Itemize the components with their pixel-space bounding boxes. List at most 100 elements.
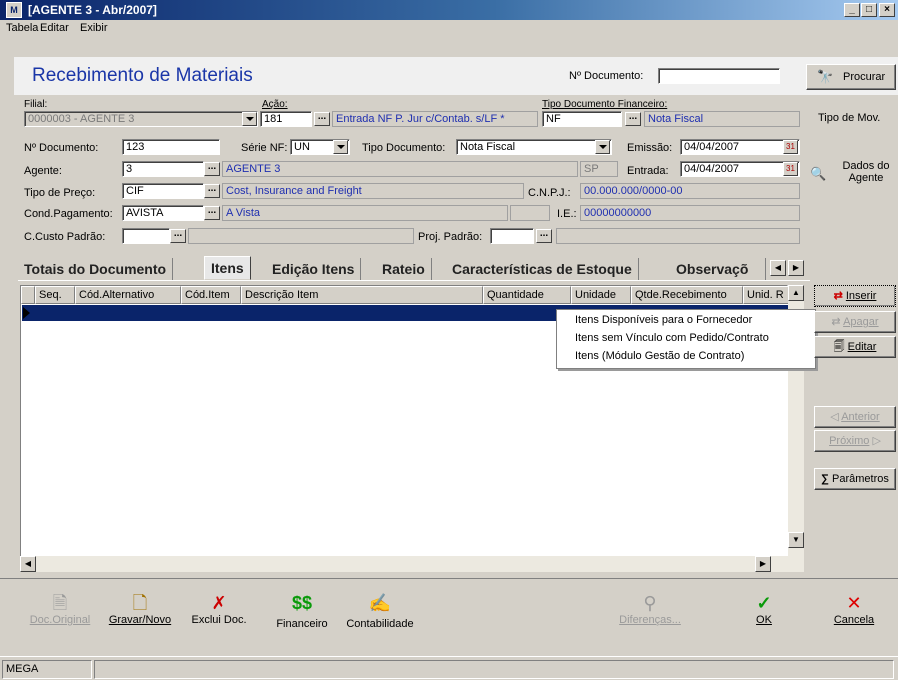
ccusto-lookup-button[interactable]: ... — [170, 229, 186, 243]
menu-editar[interactable]: Editar — [40, 22, 69, 34]
inserir-button[interactable]: ⇄ Inserir — [814, 285, 896, 307]
entrada-date-field[interactable]: 04/04/2007 — [680, 161, 800, 177]
parametros-button[interactable]: ∑ Parâmetros — [814, 468, 896, 490]
cond-pag-lookup-button[interactable]: ... — [204, 206, 220, 220]
ie-value: 00000000000 — [580, 205, 800, 221]
status-company: MEGA — [2, 660, 92, 679]
search-button[interactable]: 🔭 Procurar — [806, 64, 896, 90]
insert-row-icon: ⇄ — [833, 290, 843, 302]
search-button-label: Procurar — [843, 71, 886, 83]
tipo-doc-fin-lookup-button[interactable]: ... — [625, 112, 641, 126]
cnpj-value: 00.000.000/0000-00 — [580, 183, 800, 199]
tab-caracteristicas[interactable]: Características de Estoque — [446, 258, 639, 280]
gravar-novo-button[interactable]: 🗋 Gravar/Novo — [102, 592, 178, 626]
tab-rateio[interactable]: Rateio — [376, 258, 432, 280]
tipo-mov-label: Tipo de Mov. — [818, 112, 881, 124]
ok-button[interactable]: ✓ OK — [744, 592, 784, 626]
editar-button[interactable]: 🗐 Editar — [814, 336, 896, 358]
agente-code-field[interactable]: 3 — [122, 161, 204, 177]
arrow-left-icon: ◁ — [830, 411, 839, 423]
inserir-label: Inserir — [845, 290, 877, 302]
contabilidade-label: Contabilidade — [346, 618, 414, 630]
delete-row-icon: ⇄ — [831, 316, 841, 328]
tipo-preco-lookup-button[interactable]: ... — [204, 184, 220, 198]
col-unidade[interactable]: Unidade — [571, 286, 631, 304]
scroll-right-icon[interactable]: ▶ — [755, 556, 771, 572]
menu-item-itens-disponiveis[interactable]: Itens Disponíveis para o Fornecedor — [575, 314, 752, 326]
accounting-icon: ✍ — [368, 593, 392, 613]
tab-edicao-itens[interactable]: Edição Itens — [266, 258, 362, 280]
agente-lookup-button[interactable]: ... — [204, 162, 220, 176]
contabilidade-button[interactable]: ✍ Contabilidade — [340, 592, 420, 630]
agente-uf: SP — [580, 161, 618, 177]
window-title: [AGENTE 3 - Abr/2007] — [28, 3, 157, 17]
proximo-button[interactable]: Próximo ▷ — [814, 430, 896, 452]
col-qtde-recebimento[interactable]: Qtde.Recebimento — [631, 286, 743, 304]
emissao-date-field[interactable]: 04/04/2007 — [680, 139, 800, 155]
menu-bar: Tabela Editar Exibir — [0, 20, 898, 38]
diferencas-button[interactable]: ⚲ Diferenças... — [610, 592, 690, 626]
filial-field[interactable]: 0000003 - AGENTE 3 — [24, 111, 258, 127]
tab-scroll-left-icon[interactable]: ◀ — [770, 260, 786, 276]
proj-lookup-button[interactable]: ... — [536, 229, 552, 243]
grid-horizontal-scrollbar[interactable]: ◀ ▶ — [20, 556, 788, 572]
col-unid-r[interactable]: Unid. R — [743, 286, 789, 304]
col-cod-item[interactable]: Cód.Item — [181, 286, 241, 304]
tipo-doc-fin-description: Nota Fiscal — [644, 111, 800, 127]
menu-tabela[interactable]: Tabela — [6, 22, 38, 34]
minimize-button[interactable]: _ — [844, 3, 860, 17]
acao-code-field[interactable]: 181 — [260, 111, 312, 127]
menu-item-itens-gestao-contrato[interactable]: Itens (Módulo Gestão de Contrato) — [575, 350, 744, 362]
ccusto-field[interactable] — [122, 228, 170, 244]
col-descricao[interactable]: Descrição Item — [241, 286, 483, 304]
emissao-calendar-icon[interactable]: 31 — [783, 140, 798, 154]
acao-lookup-button[interactable]: ... — [314, 112, 330, 126]
menu-item-itens-sem-vinculo[interactable]: Itens sem Vínculo com Pedido/Contrato — [575, 332, 769, 344]
filial-dropdown-icon[interactable] — [242, 112, 257, 126]
tipo-doc-label: Tipo Documento: — [362, 142, 446, 154]
cond-pag-field[interactable]: AVISTA — [122, 205, 204, 221]
scroll-up-icon[interactable]: ▲ — [788, 285, 804, 301]
col-quantidade[interactable]: Quantidade — [483, 286, 571, 304]
anterior-label: Anterior — [841, 411, 880, 423]
scroll-down-icon[interactable]: ▼ — [788, 532, 804, 548]
proximo-label: Próximo — [829, 435, 870, 447]
tab-totais[interactable]: Totais do Documento — [18, 258, 174, 280]
gravar-novo-label: Gravar/Novo — [108, 614, 172, 626]
agente-name: AGENTE 3 — [222, 161, 578, 177]
doc-original-button[interactable]: 🗎 Doc.Original — [20, 592, 100, 626]
tipo-doc-dropdown-icon[interactable] — [595, 140, 610, 154]
maximize-button[interactable]: □ — [861, 3, 877, 17]
tipo-doc-fin-code[interactable]: NF — [542, 111, 622, 127]
scroll-left-icon[interactable]: ◀ — [20, 556, 36, 572]
menu-exibir[interactable]: Exibir — [80, 22, 108, 34]
col-cod-alternativo[interactable]: Cód.Alternativo — [75, 286, 181, 304]
proj-label: Proj. Padrão: — [418, 231, 483, 243]
current-row-pointer-icon — [23, 307, 30, 319]
tab-itens[interactable]: Itens — [204, 256, 251, 280]
tab-scroll-right-icon[interactable]: ▶ — [788, 260, 804, 276]
anterior-button[interactable]: ◁ Anterior — [814, 406, 896, 428]
tab-observacoes[interactable]: Observaçõ — [670, 258, 766, 280]
tipo-preco-field[interactable]: CIF — [122, 183, 204, 199]
cond-pag-extra — [510, 205, 550, 221]
cancela-button[interactable]: ✕ Cancela — [826, 592, 882, 626]
financeiro-button[interactable]: $$ Financeiro — [270, 592, 334, 630]
dados-agente-button[interactable]: 🔍 Dados do Agente — [808, 160, 898, 190]
cond-pag-label: Cond.Pagamento: — [24, 208, 113, 220]
doc-number-search-input[interactable] — [658, 68, 780, 84]
tipo-doc-select[interactable]: Nota Fiscal — [456, 139, 612, 155]
col-seq[interactable]: Seq. — [35, 286, 75, 304]
doc-original-icon: 🗎 — [52, 593, 68, 613]
serie-dropdown-icon[interactable] — [333, 140, 348, 154]
tipo-preco-description: Cost, Insurance and Freight — [222, 183, 524, 199]
exclui-doc-button[interactable]: ✗ Exclui Doc. — [184, 592, 254, 626]
dados-agente-label: Dados do Agente — [842, 160, 890, 184]
num-doc-field[interactable]: 123 — [122, 139, 220, 155]
proj-field[interactable] — [490, 228, 534, 244]
acao-label: Ação: — [262, 99, 288, 110]
close-button[interactable]: × — [879, 3, 895, 17]
entrada-calendar-icon[interactable]: 31 — [783, 162, 798, 176]
ok-label: OK — [756, 614, 772, 626]
apagar-button[interactable]: ⇄ Apagar — [814, 311, 896, 333]
